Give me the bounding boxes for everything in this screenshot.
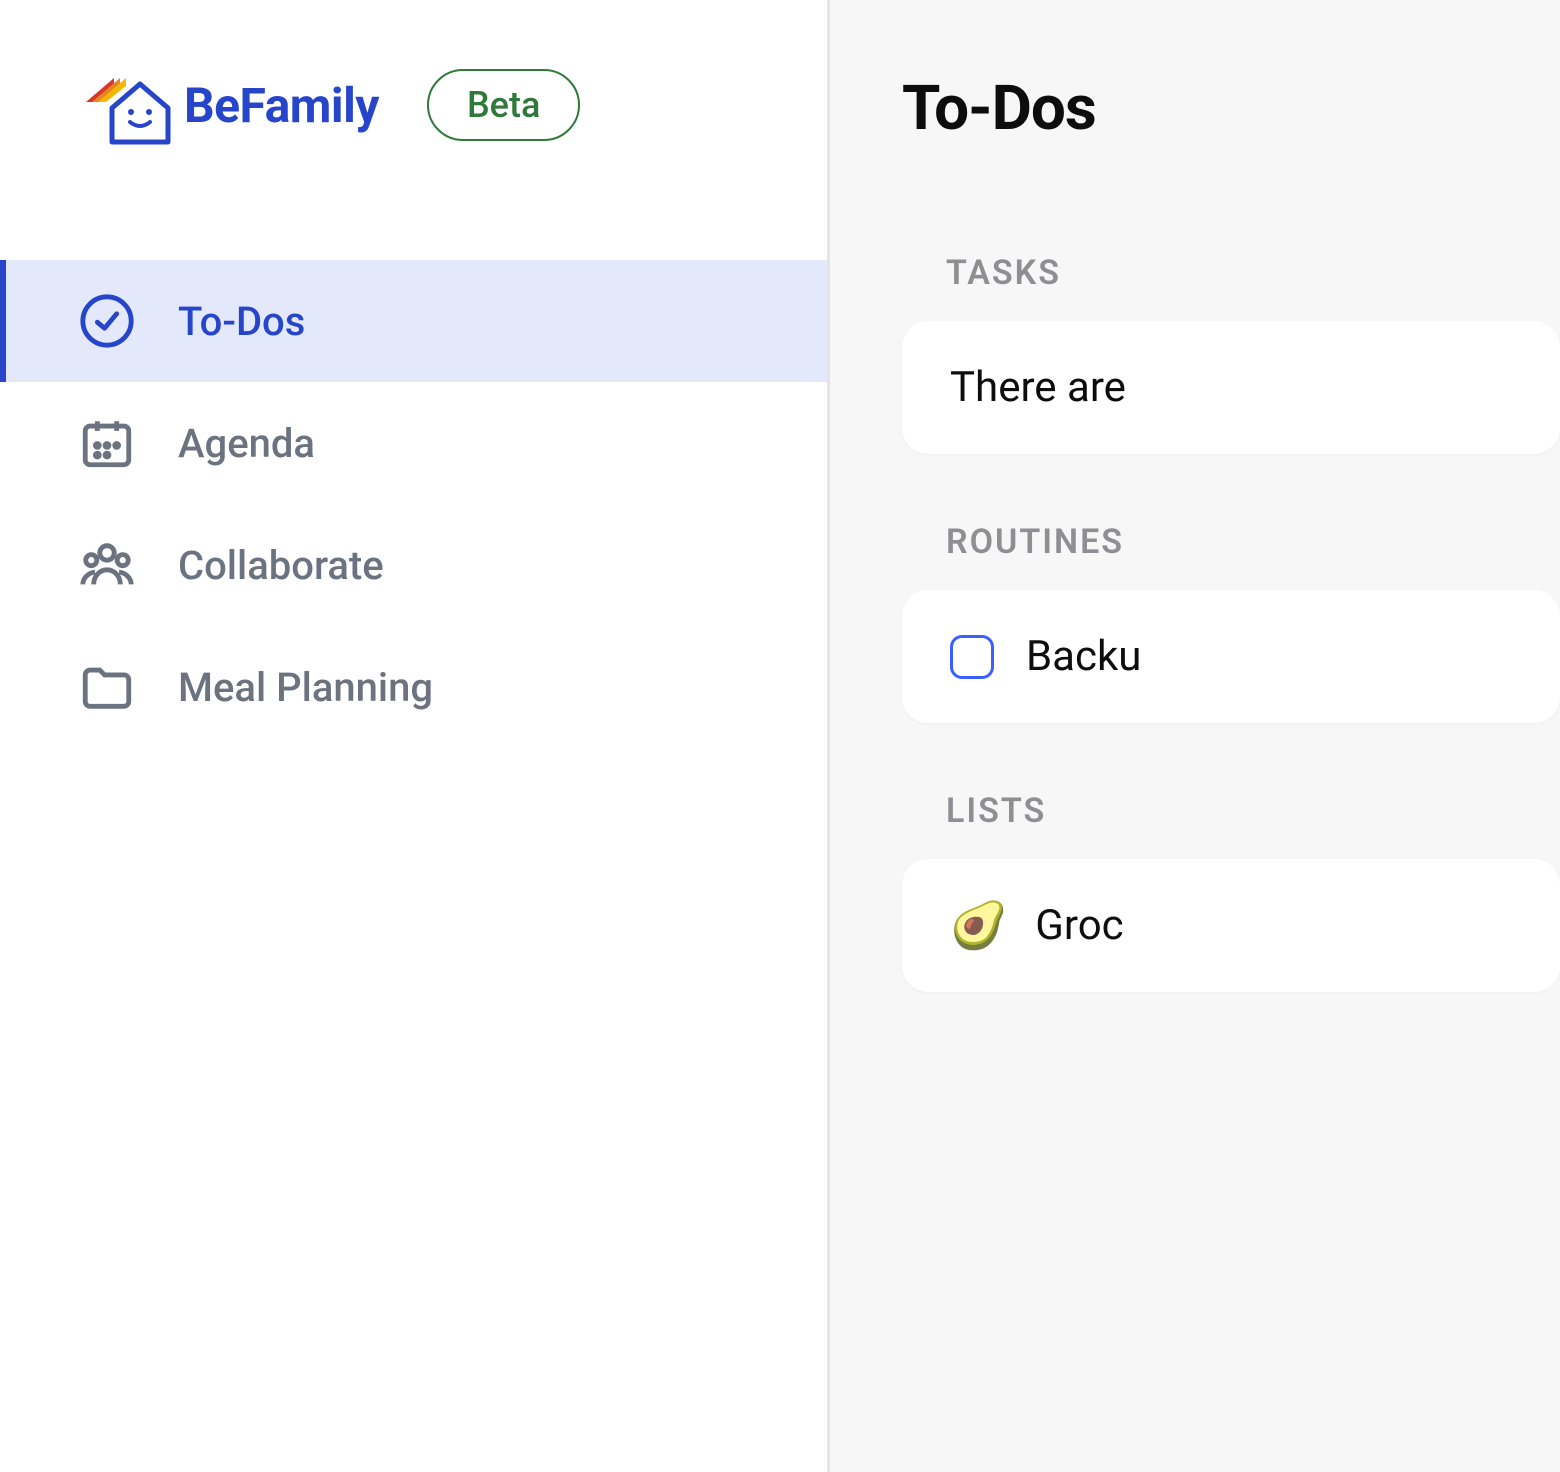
avocado-icon: 🥑 (950, 903, 1007, 949)
logo-area: BeFamily Beta (0, 0, 827, 150)
sidebar-item-agenda[interactable]: Agenda (0, 382, 827, 504)
sidebar-item-meal-planning[interactable]: Meal Planning (0, 626, 827, 748)
list-item-label: Groc (1035, 901, 1123, 950)
routines-card: Backu (902, 590, 1560, 723)
logo[interactable]: BeFamily (66, 60, 379, 150)
sidebar-item-label: To-Dos (178, 298, 305, 345)
sidebar-item-label: Meal Planning (178, 664, 433, 711)
routines-section-header: ROUTINES (902, 522, 1560, 562)
nav-list: To-Dos Agenda (0, 260, 827, 748)
people-icon (78, 536, 136, 594)
tasks-section-header: TASKS (902, 253, 1560, 293)
main-panel: To-Dos TASKS There are ROUTINES Backu LI… (830, 0, 1560, 1472)
folder-icon (78, 658, 136, 716)
page-title: To-Dos (902, 72, 1560, 145)
calendar-icon (78, 414, 136, 472)
brand-name: BeFamily (184, 77, 379, 134)
sidebar-item-collaborate[interactable]: Collaborate (0, 504, 827, 626)
beta-badge: Beta (427, 69, 580, 141)
routine-item[interactable]: Backu (950, 632, 1560, 681)
list-item[interactable]: 🥑 Groc (950, 901, 1560, 950)
sidebar-item-todos[interactable]: To-Dos (0, 260, 827, 382)
logo-icon (66, 60, 176, 150)
sidebar-item-label: Agenda (178, 420, 315, 467)
tasks-card: There are (902, 321, 1560, 454)
tasks-empty-text: There are (950, 363, 1560, 412)
sidebar-item-label: Collaborate (178, 542, 384, 589)
check-circle-icon (78, 292, 136, 350)
routine-checkbox[interactable] (950, 635, 994, 679)
routine-item-label: Backu (1026, 632, 1141, 681)
lists-card: 🥑 Groc (902, 859, 1560, 992)
lists-section-header: LISTS (902, 791, 1560, 831)
sidebar: BeFamily Beta To-Dos (0, 0, 830, 1472)
